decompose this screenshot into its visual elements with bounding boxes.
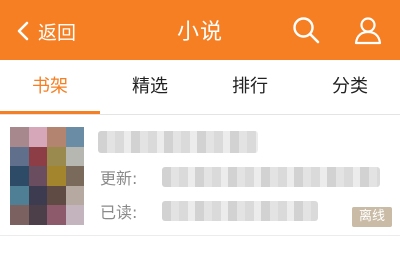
tab-category[interactable]: 分类: [300, 60, 400, 114]
user-icon[interactable]: [352, 14, 384, 46]
list-divider: [0, 235, 400, 236]
update-chapter-redacted: [162, 167, 380, 187]
tab-bar: 书架 精选 排行 分类: [0, 60, 400, 115]
page-title: 小说: [176, 20, 223, 45]
book-title-redacted: [98, 131, 258, 153]
book-cover[interactable]: [10, 127, 84, 225]
read-label: 已读:: [100, 203, 138, 222]
active-tab-indicator: [0, 111, 100, 114]
tab-bookshelf[interactable]: 书架: [0, 60, 100, 114]
app-header: 返回 小说: [0, 0, 400, 60]
book-list-item[interactable]: 更新: 已读: 离线: [0, 115, 400, 235]
tab-ranking[interactable]: 排行: [200, 60, 300, 114]
update-label: 更新:: [100, 169, 138, 188]
tab-featured[interactable]: 精选: [100, 60, 200, 114]
offline-badge: 离线: [352, 207, 392, 227]
search-icon[interactable]: [290, 14, 322, 46]
read-chapter-redacted: [162, 201, 318, 221]
